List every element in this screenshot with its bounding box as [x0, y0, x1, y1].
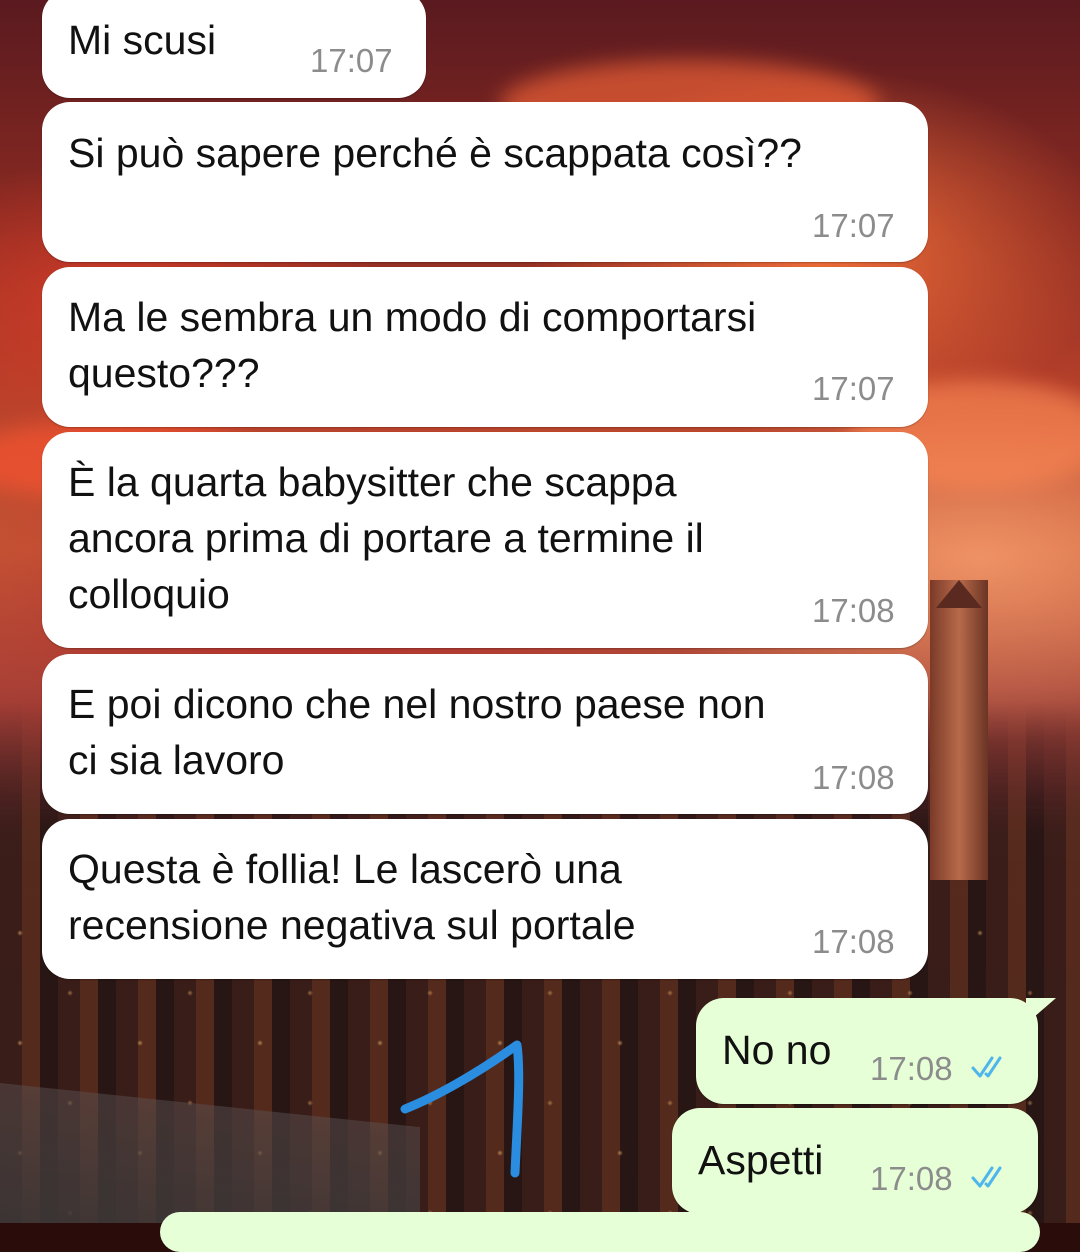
double-check-icon [971, 1166, 1002, 1188]
wallpaper-tower [930, 580, 988, 880]
incoming-message[interactable]: Ma le sembra un modo di comportarsi ques… [42, 267, 928, 427]
message-text: Si può sapere perché è scappata così?? [68, 130, 802, 176]
hand-drawn-arrow-icon [400, 1040, 524, 1178]
bubble-tail [54, 0, 86, 8]
double-check-icon [971, 1056, 1002, 1078]
message-time: 17:07 [812, 207, 895, 244]
message-time: 17:08 [812, 592, 895, 629]
message-text: È la quarta babysitter che scappa ancora… [68, 459, 704, 617]
message-time: 17:07 [310, 42, 393, 79]
outgoing-message[interactable]: Aspetti 17:08 [672, 1108, 1038, 1214]
message-text: Aspetti [698, 1137, 824, 1183]
bubble-tail [1026, 998, 1056, 1024]
message-time: 17:07 [812, 370, 895, 407]
message-time: 17:08 [870, 1160, 953, 1197]
outgoing-message[interactable]: No no 17:08 [696, 998, 1056, 1104]
incoming-message[interactable]: Questa è follia! Le lascerò una recensio… [42, 819, 928, 979]
message-text: Questa è follia! Le lascerò una recensio… [68, 846, 636, 948]
outgoing-message-partial[interactable] [160, 1212, 1040, 1252]
message-text: E poi dicono che nel nostro paese non ci… [68, 681, 766, 783]
incoming-message[interactable]: E poi dicono che nel nostro paese non ci… [42, 654, 928, 814]
message-text: Mi scusi [68, 17, 217, 63]
incoming-message[interactable]: Mi scusi 17:07 [42, 0, 426, 98]
message-text: Ma le sembra un modo di comportarsi ques… [68, 294, 757, 396]
incoming-message[interactable]: È la quarta babysitter che scappa ancora… [42, 432, 928, 648]
message-time: 17:08 [812, 923, 895, 960]
message-time: 17:08 [870, 1050, 953, 1087]
message-text: No no [722, 1027, 832, 1073]
message-time: 17:08 [812, 759, 895, 796]
incoming-message[interactable]: Si può sapere perché è scappata così?? 1… [42, 102, 928, 262]
